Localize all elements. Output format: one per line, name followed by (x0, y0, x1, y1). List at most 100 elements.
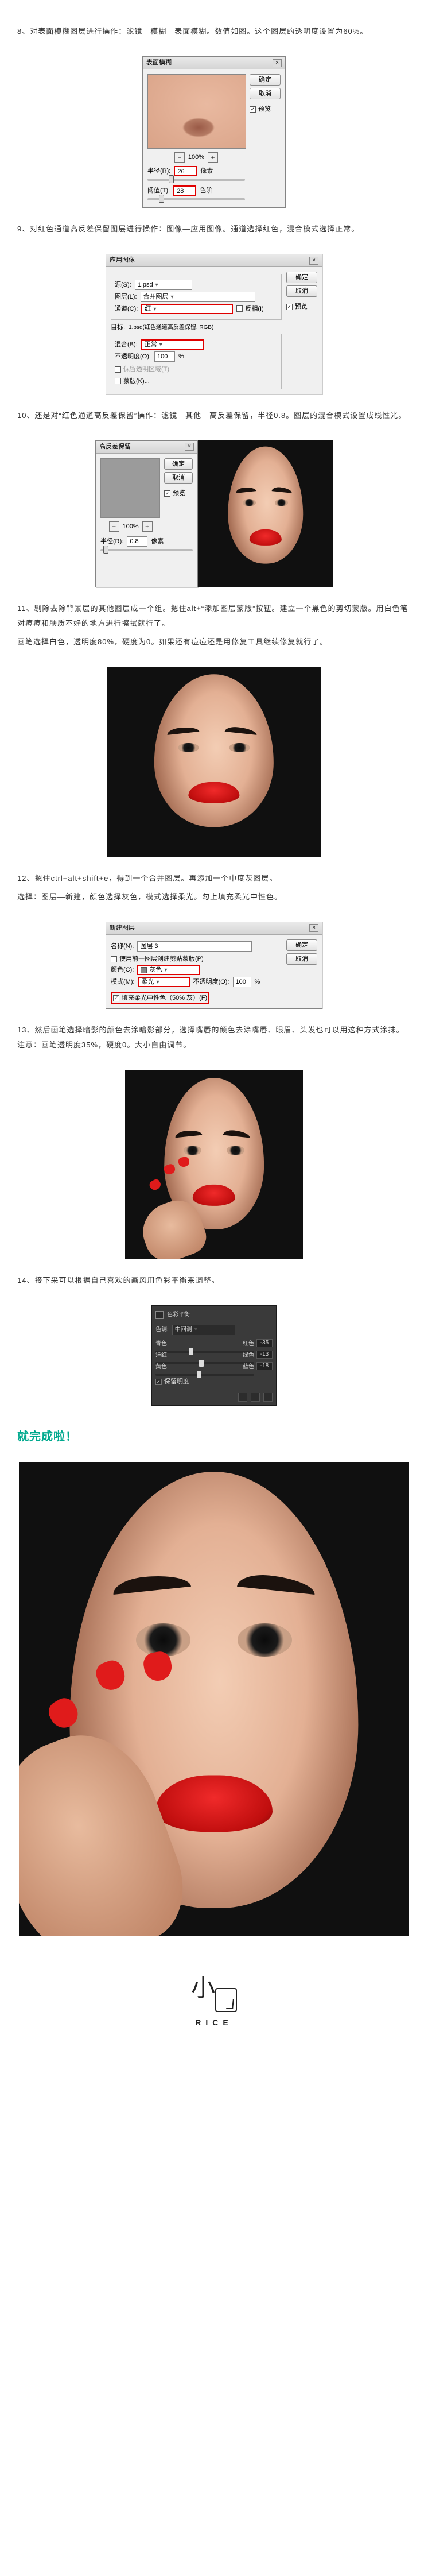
target-label: 目标: (111, 323, 125, 331)
step10-result-image (198, 440, 333, 587)
mask-checkbox[interactable]: 蒙版(K)... (115, 377, 278, 385)
radius-input[interactable]: 0.8 (127, 536, 147, 547)
new-layer-dialog: 新建图层 × 确定 取消 名称(N): 图层 3 使用前一图层创建剪贴蒙版(P)… (106, 922, 322, 1009)
threshold-label: 阈值(T): (147, 187, 170, 195)
brand-mark-icon (215, 1988, 237, 2012)
step13-text: 13、然后画笔选择暗影的颜色去涂暗影部分，选择嘴唇的颜色去涂嘴唇、眼眉、头发也可… (17, 1023, 411, 1053)
step8-text: 8、对表面模糊图层进行操作：滤镜—模糊—表面模糊。数值如图。这个图层的透明度设置… (17, 24, 411, 39)
opacity-label: 不透明度(O): (115, 353, 151, 361)
source-select[interactable]: 1.psd (135, 280, 192, 290)
color-balance-icon (155, 1311, 164, 1319)
apply-image-title: 应用图像 (110, 256, 309, 264)
blend-select[interactable]: 正常 (141, 339, 204, 350)
preview-checkbox[interactable]: ✓预览 (250, 105, 281, 113)
ok-button[interactable]: 确定 (286, 939, 317, 951)
close-icon[interactable]: × (309, 924, 318, 932)
tone-label: 色调: (155, 1324, 169, 1336)
threshold-unit: 色阶 (200, 187, 212, 195)
preview-checkbox[interactable]: ✓预览 (164, 489, 193, 497)
opacity-unit: % (178, 353, 184, 361)
close-icon[interactable]: × (273, 59, 282, 67)
zoom-in-button[interactable]: + (208, 152, 218, 163)
radius-unit: 像素 (151, 537, 164, 546)
fill-neutral-checkbox[interactable]: ✓填充柔光中性色（50% 灰）(F) (111, 992, 209, 1004)
step11-result-image (107, 667, 321, 857)
step14-text: 14、接下来可以根据自己喜欢的画风用色彩平衡来调整。 (17, 1273, 411, 1288)
close-icon[interactable]: × (185, 443, 194, 451)
step12-text-a: 12、摁住ctrl+alt+shift+e，得到一个合并图层。再添加一个中度灰图… (17, 871, 411, 886)
radius-slider[interactable] (103, 546, 108, 554)
cyan-red-value[interactable]: -35 (256, 1339, 273, 1347)
step12-text-b: 选择：图层—新建，颜色选择灰色，模式选择柔光。勾上填充柔光中性色。 (17, 889, 411, 904)
opacity-label: 不透明度(O): (193, 978, 229, 986)
ok-button[interactable]: 确定 (286, 272, 317, 283)
blend-label: 混合(B): (115, 341, 138, 349)
step13-result-image (125, 1070, 303, 1259)
yellow-blue-value[interactable]: -18 (256, 1362, 273, 1370)
invert-checkbox[interactable]: 反相(I) (236, 305, 263, 313)
radius-label: 半径(R): (100, 537, 123, 546)
opacity-input[interactable]: 100 (154, 351, 175, 362)
step11-text-a: 11、剔除去除背景层的其他图层成一个组。摁住alt+“添加图层蒙版”按钮。建立一… (17, 601, 411, 631)
mode-select[interactable]: 柔光 (138, 977, 190, 987)
threshold-input[interactable]: 28 (173, 185, 196, 196)
ok-button[interactable]: 确定 (250, 74, 281, 86)
ok-button[interactable]: 确定 (164, 458, 193, 470)
step9-text: 9、对红色通道高反差保留图层进行操作：图像—应用图像。通道选择红色，混合模式选择… (17, 222, 411, 237)
radius-slider[interactable] (169, 175, 174, 183)
radius-label: 半径(R): (147, 167, 170, 175)
surface-blur-title: 表面模糊 (146, 59, 273, 67)
color-label: 颜色(C): (111, 966, 134, 974)
surface-blur-preview (147, 74, 246, 149)
preserve-lum-checkbox[interactable]: ✓ 保留明度 (155, 1375, 273, 1388)
mode-label: 模式(M): (111, 978, 135, 986)
final-result-image (19, 1462, 409, 1936)
yellow-blue-slider[interactable] (197, 1371, 201, 1378)
opacity-input[interactable]: 100 (233, 977, 251, 987)
color-balance-panel: 色彩平衡 色调: 中间调 青色红色 -35 洋红绿色 -13 (151, 1305, 277, 1406)
step11-text-b: 画笔选择白色，透明度80%，硬度为0。如果还有痘痘还是用修复工具继续修复就行了。 (17, 635, 411, 649)
finish-heading: 就完成啦！ (17, 1425, 411, 1448)
layer-label: 图层(L): (115, 293, 137, 301)
name-label: 名称(N): (111, 942, 134, 950)
tone-select[interactable]: 中间调 (172, 1325, 235, 1335)
brand-subtitle: RICE (17, 2014, 411, 2030)
preview-checkbox[interactable]: ✓预览 (286, 303, 317, 311)
apply-image-dialog: 应用图像 × 确定 取消 ✓预览 源(S): 1.psd 图层(L): (106, 254, 322, 394)
zoom-out-button[interactable]: − (109, 521, 119, 532)
channel-select[interactable]: 红 (141, 304, 233, 314)
name-input[interactable]: 图层 3 (137, 941, 252, 952)
opacity-unit: % (255, 978, 260, 986)
source-label: 源(S): (115, 281, 131, 289)
high-pass-preview (100, 458, 160, 518)
color-balance-title: 色彩平衡 (167, 1309, 190, 1321)
brand-footer: 小 RICE (17, 1964, 411, 2030)
close-icon[interactable]: × (309, 257, 318, 265)
high-pass-dialog: 高反差保留 × − 100% + 确定 取消 (95, 440, 198, 587)
clip-checkbox[interactable]: 使用前一图层创建剪贴蒙版(P) (111, 955, 282, 963)
radius-unit: 像素 (200, 167, 213, 175)
zoom-level: 100% (188, 153, 204, 161)
color-select[interactable]: 灰色 (137, 965, 200, 975)
channel-label: 通道(C): (115, 305, 138, 313)
magenta-green-value[interactable]: -13 (256, 1351, 273, 1359)
zoom-level: 100% (123, 523, 139, 531)
cancel-button[interactable]: 取消 (250, 88, 281, 99)
layer-select[interactable]: 合并图层 (141, 292, 255, 302)
cancel-button[interactable]: 取消 (286, 285, 317, 297)
cancel-button[interactable]: 取消 (164, 472, 193, 484)
cancel-button[interactable]: 取消 (286, 953, 317, 965)
surface-blur-dialog: 表面模糊 × 确定 取消 ✓预览 − 100% + 半径( (142, 56, 286, 208)
new-layer-title: 新建图层 (110, 924, 309, 932)
trash-icon[interactable] (263, 1393, 273, 1402)
radius-input[interactable]: 26 (174, 166, 197, 176)
preserve-trans-checkbox[interactable]: 保留透明区域(T) (115, 365, 278, 373)
step10-text: 10、还是对“红色通道高反差保留”操作：滤镜—其他—高反差保留，半径0.8。图层… (17, 408, 411, 423)
zoom-out-button[interactable]: − (174, 152, 185, 163)
reset-icon[interactable] (238, 1393, 247, 1402)
eye-icon[interactable] (251, 1393, 260, 1402)
threshold-slider[interactable] (159, 195, 164, 203)
target-value: 1.psd(红色通道高反差保留, RGB) (129, 324, 213, 331)
zoom-in-button[interactable]: + (142, 521, 153, 532)
high-pass-title: 高反差保留 (99, 443, 185, 451)
